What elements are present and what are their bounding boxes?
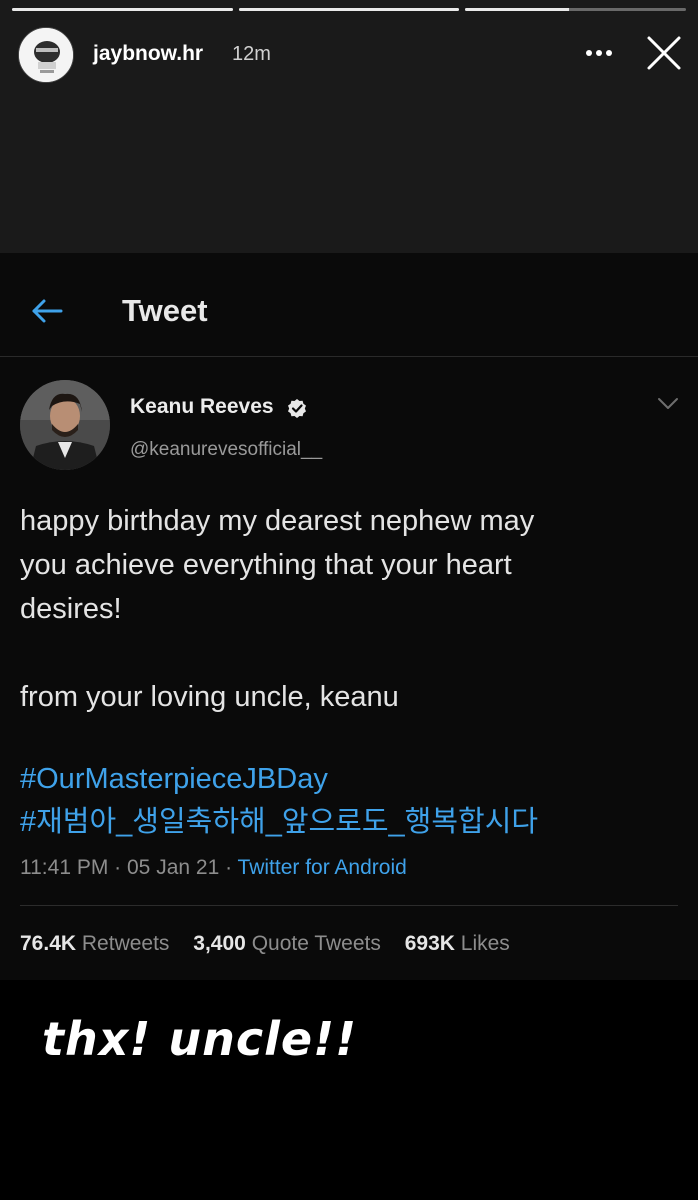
story-progress-bars [12,8,687,12]
tweet-screenshot: Tweet Keanu Reeves @keanurevesofficial__ [0,253,698,980]
tweet-stats: 76.4K Retweets 3,400 Quote Tweets 693K L… [20,932,528,956]
separator-dot: · [225,856,238,879]
tweet-text-line: happy birthday my dearest nephew may [20,505,535,537]
story-username[interactable]: jaybnow.hr [93,42,203,66]
tweet-author-avatar[interactable] [20,380,110,470]
tweet-author-handle[interactable]: @keanurevesofficial__ [130,439,322,461]
retweets-count: 76.4K [20,932,77,955]
avatar-image [19,28,73,82]
likes-stat[interactable]: 693K Likes [405,932,510,955]
tweet-author-name[interactable]: Keanu Reeves [130,395,274,419]
story-progress-segment [465,8,687,11]
tweet-text-line: from your loving uncle, keanu [20,681,399,713]
likes-count: 693K [404,932,455,955]
chevron-down-icon[interactable] [657,397,679,411]
tweet-date: 05 Jan 21 [127,856,220,879]
tweet-page-header: Tweet [0,253,698,357]
retweets-label: Retweets [81,932,170,955]
author-photo [20,380,110,470]
quote-tweets-stat[interactable]: 3,400 Quote Tweets [193,932,381,955]
hashtag-link[interactable]: #OurMasterpieceJBDay [20,758,680,801]
verified-badge-icon [287,398,307,418]
separator-dot: · [114,856,127,879]
tweet-time: 11:41 PM [20,856,109,879]
profile-avatar[interactable] [18,27,74,83]
story-timestamp: 12m [232,43,271,65]
quote-tweets-count: 3,400 [193,932,246,955]
tweet-metadata: 11:41 PM · 05 Jan 21 · Twitter for Andro… [20,856,407,880]
tweet-source-link[interactable]: Twitter for Android [238,856,407,879]
progress-fill [12,8,233,11]
divider [20,905,678,906]
story-progress-segment [12,8,233,11]
close-icon[interactable] [646,35,682,71]
tweet-text: happy birthday my dearest nephew may you… [20,499,670,719]
story-page: jaybnow.hr 12m Tweet Keanu Reeves @keanu… [0,0,698,1200]
more-dots-icon[interactable] [584,41,614,65]
tweet-text-line: you achieve everything that your heart [20,549,512,581]
hashtag-link[interactable]: #재범아_생일축하해_앞으로도_행복합시다 [20,801,680,844]
story-caption: thx! uncle!! [42,1012,358,1066]
back-arrow-icon[interactable] [30,297,64,325]
tweet-hashtags: #OurMasterpieceJBDay #재범아_생일축하해_앞으로도_행복합… [20,758,680,844]
tweet-text-line: desires! [20,593,122,625]
retweets-stat[interactable]: 76.4K Retweets [20,932,169,955]
story-header: jaybnow.hr 12m [18,27,682,83]
progress-fill [465,8,570,11]
story-top-area: jaybnow.hr 12m [0,0,698,253]
story-progress-segment [238,8,460,11]
page-title: Tweet [122,293,208,328]
likes-label: Likes [460,932,510,955]
progress-fill [238,8,460,11]
quote-tweets-label: Quote Tweets [251,932,381,955]
